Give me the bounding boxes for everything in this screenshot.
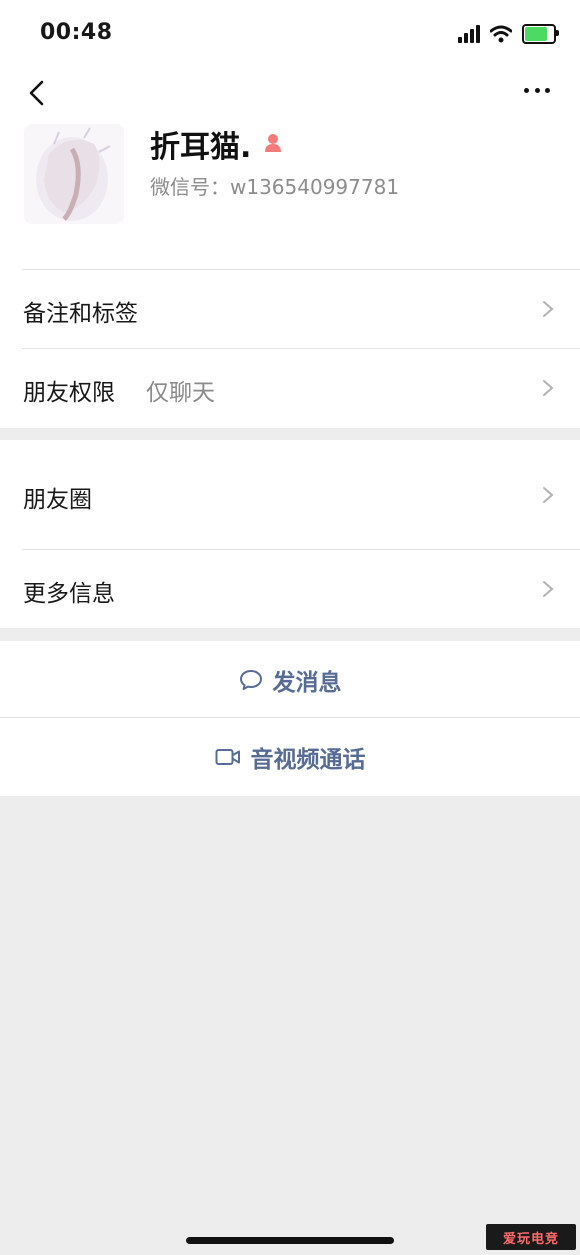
dot-icon bbox=[524, 88, 529, 93]
female-icon bbox=[265, 134, 281, 152]
battery-icon bbox=[522, 24, 559, 44]
chat-bubble-icon bbox=[239, 669, 262, 690]
chevron-right-icon bbox=[543, 581, 554, 597]
dot-icon bbox=[534, 88, 540, 93]
more-info-label: 更多信息 bbox=[23, 581, 115, 607]
video-camera-icon bbox=[215, 749, 240, 765]
remarks-and-tags-row[interactable]: 备注和标签 bbox=[0, 270, 580, 348]
remarks-label: 备注和标签 bbox=[23, 301, 138, 327]
status-time: 00:48 bbox=[40, 20, 113, 45]
dot-icon bbox=[545, 88, 550, 93]
chevron-right-icon bbox=[543, 380, 554, 396]
watermark-logo: 爱玩电竞 bbox=[486, 1224, 576, 1250]
moments-row[interactable]: 朋友圈 bbox=[0, 440, 580, 548]
status-icons bbox=[458, 22, 559, 46]
chevron-right-icon bbox=[543, 487, 554, 503]
more-options-button[interactable] bbox=[524, 88, 550, 98]
send-message-label: 发消息 bbox=[272, 669, 342, 696]
chevron-right-icon bbox=[543, 301, 554, 317]
wechat-id: 微信号：w136540997781 bbox=[150, 175, 400, 199]
audio-video-call-button[interactable]: 音视频通话 bbox=[0, 718, 580, 796]
friend-permissions-row[interactable]: 朋友权限 仅聊天 bbox=[0, 349, 580, 427]
watermark-text: 爱玩电竞 bbox=[502, 1231, 559, 1247]
call-label: 音视频通话 bbox=[250, 747, 366, 773]
profile-name: 折耳猫. bbox=[150, 130, 252, 165]
send-message-button[interactable]: 发消息 bbox=[0, 641, 580, 718]
home-indicator bbox=[186, 1237, 394, 1244]
moments-label: 朋友圈 bbox=[23, 487, 92, 513]
signal-icon bbox=[458, 25, 480, 43]
avatar[interactable] bbox=[24, 124, 124, 224]
avatar-image bbox=[24, 124, 124, 224]
permissions-label: 朋友权限 bbox=[23, 380, 115, 406]
more-info-row[interactable]: 更多信息 bbox=[0, 550, 580, 628]
permissions-value: 仅聊天 bbox=[146, 380, 215, 406]
wifi-icon bbox=[490, 25, 512, 43]
back-button[interactable] bbox=[24, 78, 52, 108]
